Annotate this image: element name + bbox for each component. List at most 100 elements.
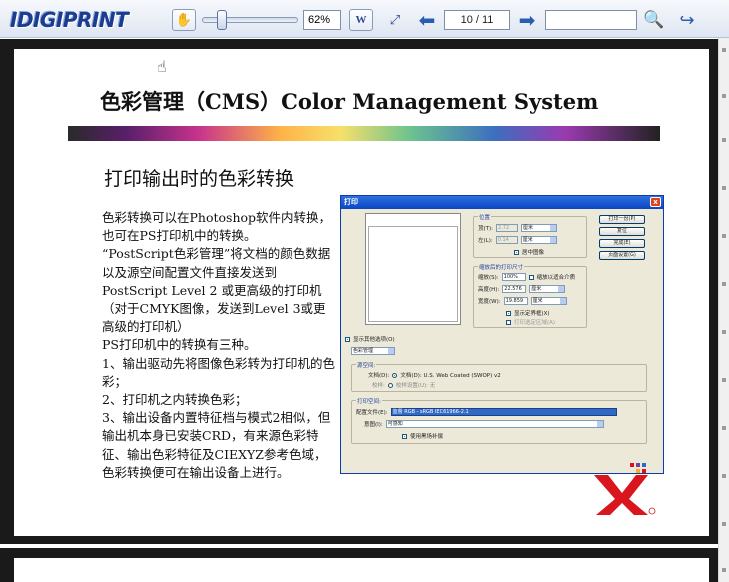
bbox-row: 显示定界框(X) (506, 309, 550, 317)
height-input: 22.576 (502, 285, 527, 293)
width-input: 19.859 (503, 297, 528, 305)
fit-media-checkbox (528, 274, 534, 280)
bbox-label: 显示定界框(X) (514, 311, 550, 317)
left-label: 左(L): (478, 238, 493, 244)
color-mgmt-select: 色彩管理 (351, 347, 395, 355)
profile-select: 监督 RGB - sRGB IEC61966-2.1 (390, 408, 617, 416)
fit-page-button[interactable]: ⤢ (384, 9, 406, 31)
word-doc-icon: W (355, 14, 367, 26)
doc-radio (392, 372, 398, 378)
intent-label: 意图(I): (364, 422, 383, 428)
page-setup-button: 页面设置(G) (599, 251, 645, 260)
dialog-title: 打印 (344, 198, 358, 206)
zoom-input[interactable] (308, 14, 336, 26)
print-selected-row: 打印选定区域(A) (506, 318, 555, 326)
width-label: 宽度(W): (478, 299, 501, 305)
top-label: 顶(T): (478, 226, 494, 232)
doc-profile-row: 文档(D): 文档(D): U.S. Web Coated (SWOP) v2 (368, 371, 501, 379)
close-icon: x (650, 197, 661, 207)
height-label: 高度(H): (478, 287, 500, 293)
center-label: 居中图像 (522, 250, 545, 256)
scroll-marker (722, 522, 726, 526)
done-button: 完成(E) (599, 239, 645, 248)
show-more-row: 显示其他选项(O) (345, 335, 395, 343)
word-export-button[interactable]: W (349, 9, 373, 31)
document-viewer: ☝ 色彩管理（CMS）Color Management System 打印输出时… (0, 38, 729, 582)
scroll-marker (722, 48, 726, 52)
profile-label: 配置文件(E): (356, 410, 388, 416)
next-page-frame (0, 548, 718, 582)
body-paragraph: PS打印机中的转换有三种。 (102, 337, 257, 353)
doc-label: 文档(D): (368, 373, 390, 379)
hand-tool-icon: ✋ (175, 12, 193, 28)
position-group: 位置 顶(T): 2.72 厘米 左(L): 0.14 厘米 居中图像 (473, 213, 587, 258)
search-button[interactable]: 🔍 (642, 9, 666, 31)
print-preview-page (368, 226, 458, 322)
print-preview (365, 213, 461, 325)
scroll-marker (722, 234, 726, 238)
print-dialog-screenshot: 打印 x 位置 顶(T): 2.72 厘米 左(L): 0.14 厘米 居中图像… (340, 195, 664, 474)
logo-pixel (636, 469, 640, 473)
slide-page: ☝ 色彩管理（CMS）Color Management System 打印输出时… (14, 49, 709, 536)
share-button[interactable]: ↪ (674, 9, 700, 31)
print-selected-label: 打印选定区域(A) (514, 320, 556, 326)
show-more-label: 显示其他选项(O) (353, 337, 395, 343)
body-paragraph: 3、输出设备内置特征档与模式2相似，但输出机本身已安装CRD，有来源色彩特征、输… (102, 410, 331, 480)
top-row: 顶(T): 2.72 厘米 (478, 224, 558, 232)
hand-tool-button[interactable]: ✋ (172, 9, 196, 31)
body-paragraph: 1、输出驱动先将图像色彩转为打印机的色彩； (102, 355, 335, 389)
center-row: 居中图像 (514, 248, 544, 256)
scroll-marker (722, 330, 726, 334)
section-heading: 打印输出时的色彩转换 (104, 168, 295, 190)
scroll-marker (722, 474, 726, 478)
search-field[interactable] (545, 10, 637, 30)
scale-row: 缩放(S): 100% 缩放以适合介质 (478, 273, 575, 281)
slide-title: 色彩管理（CMS）Color Management System (100, 89, 599, 114)
intent-row: 意图(I): 可感知 (364, 420, 604, 428)
source-group-label: 源空间: (356, 361, 377, 369)
scroll-marker (722, 138, 726, 142)
left-row: 左(L): 0.14 厘米 (478, 236, 557, 244)
scroll-marker (722, 378, 726, 382)
body-paragraph: 2、打印机之内转换色彩； (102, 392, 248, 408)
scroll-marker (722, 426, 726, 430)
scaled-size-group: 缩放后的打印尺寸 缩放(S): 100% 缩放以适合介质 高度(H): 22.5… (473, 263, 587, 328)
bpc-label: 使用黑场补偿 (410, 434, 444, 440)
body-paragraph: 色彩转换可以在Photoshop软件内转换，也可在PS打印机中的转换。 (102, 210, 332, 244)
profile-row: 配置文件(E): 监督 RGB - sRGB IEC61966-2.1 (356, 408, 617, 416)
source-space-group: 源空间: 文档(D): 文档(D): U.S. Web Coated (SWOP… (351, 361, 647, 392)
print-one-button: 打印一份(P) (599, 215, 645, 224)
search-input[interactable] (550, 14, 632, 26)
left-input: 0.14 (495, 236, 518, 244)
bbox-checkbox (506, 310, 511, 316)
fit-page-icon: ⤢ (389, 12, 401, 28)
logo-pixel (642, 469, 646, 473)
scroll-marker (722, 186, 726, 190)
print-group-label: 打印空间: (356, 397, 382, 405)
left-unit-select: 厘米 (520, 236, 557, 244)
scroll-marker (722, 568, 726, 572)
zoom-slider-thumb[interactable] (217, 10, 227, 30)
registered-mark-icon (648, 507, 656, 515)
x-letter-icon (594, 475, 648, 515)
scroll-marker (722, 94, 726, 98)
position-group-label: 位置 (478, 213, 492, 221)
next-page-icon: ➡ (518, 8, 536, 32)
title-color-band (68, 126, 660, 141)
scale-label: 缩放(S): (478, 275, 499, 281)
share-arrow-icon: ↪ (679, 9, 695, 31)
top-unit-select: 厘米 (521, 224, 558, 232)
body-text: 色彩转换可以在Photoshop软件内转换，也可在PS打印机中的转换。 “Pos… (102, 209, 336, 482)
vertical-scrollbar[interactable] (718, 38, 729, 582)
page-indicator[interactable]: 10 / 11 (444, 10, 510, 30)
width-unit-select: 厘米 (530, 297, 567, 305)
scroll-marker (722, 282, 726, 286)
proof-label: 校样: (372, 383, 385, 389)
zoom-field[interactable] (303, 10, 341, 30)
proof-radio (387, 382, 393, 388)
prev-page-icon: ⬅ (418, 8, 436, 32)
next-page-button[interactable]: ➡ (514, 8, 540, 32)
intent-select: 可感知 (385, 420, 604, 428)
prev-page-button[interactable]: ⬅ (414, 8, 440, 32)
hand-cursor-icon: ☝ (157, 57, 167, 76)
